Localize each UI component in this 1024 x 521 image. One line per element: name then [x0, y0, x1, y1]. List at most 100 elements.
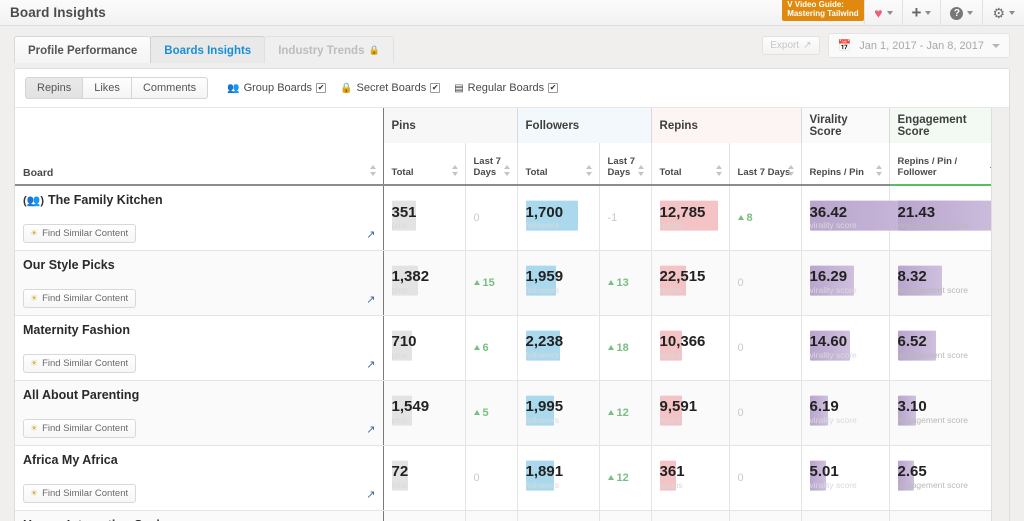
sort-toggle-icon[interactable]	[875, 165, 883, 176]
col-pins-last7[interactable]: Last 7 Days	[465, 143, 518, 186]
filter-label: Regular Boards	[467, 82, 545, 94]
board-name[interactable]: All About Parenting	[23, 381, 375, 402]
group-header-engagement-score: Engagement Score	[889, 108, 1006, 143]
sort-toggle-icon[interactable]	[637, 165, 645, 176]
table-row[interactable]: Africa My Africa ☀ Find Similar Content ↗ 72…	[15, 445, 1006, 511]
col-repins-total[interactable]: Total	[651, 143, 730, 186]
sort-toggle-icon[interactable]	[715, 165, 723, 176]
cell-repins-total	[651, 510, 730, 521]
col-followers-last7[interactable]: Last 7 Days	[599, 143, 652, 186]
tab-profile-performance[interactable]: Profile Performance	[14, 36, 152, 63]
open-external-icon[interactable]: ↗	[366, 228, 375, 241]
cell-followers-total: 1,959 followers	[517, 250, 600, 316]
board-name-label: The Family Kitchen	[48, 193, 163, 207]
metric-value: 9,591	[659, 398, 698, 416]
cell-followers-total: 1,995 followers	[517, 380, 600, 446]
checkbox-secret-boards[interactable]: ✔	[430, 83, 441, 93]
promo-badge-video-guide[interactable]: V Video Guide: Mastering Tailwind	[782, 0, 865, 22]
metric-value: 3.10	[897, 398, 927, 416]
open-external-icon[interactable]: ↗	[366, 488, 375, 501]
table-sub-header-row: Board Total Last 7 Days Total Last 7 Day…	[15, 143, 1006, 186]
metric-label: repins	[659, 285, 683, 296]
metric-label: pins	[391, 415, 408, 426]
cell-repins-total: 361 repins	[651, 445, 730, 511]
table-row[interactable]: All About Parenting ☀ Find Similar Content…	[15, 380, 1006, 446]
filter-group-boards[interactable]: 👥 Group Boards ✔	[227, 82, 327, 94]
board-name[interactable]: (👥) The Family Kitchen	[23, 186, 375, 207]
metric-value: 8.32	[897, 268, 927, 286]
help-menu[interactable]: ?	[940, 0, 982, 26]
sort-toggle-icon[interactable]	[369, 165, 377, 176]
segment-label: Comments	[142, 82, 197, 94]
board-name[interactable]: Maternity Fashion	[23, 316, 375, 337]
open-external-icon[interactable]: ↗	[366, 423, 375, 436]
table-row[interactable]: Maternity Fashion ☀ Find Similar Content ↗ 7…	[15, 315, 1006, 381]
filter-regular-boards[interactable]: ▤ Regular Boards ✔	[454, 82, 559, 94]
col-followers-total[interactable]: Total	[517, 143, 600, 186]
plus-icon: +	[911, 2, 922, 22]
find-similar-content-button[interactable]: ☀ Find Similar Content	[23, 353, 137, 373]
metric-label: followers	[525, 285, 560, 296]
metric-label: virality score	[809, 220, 857, 231]
group-header-board	[15, 108, 384, 143]
lightbulb-icon: ☀	[30, 422, 39, 433]
col-engagement-repins-per-pin-per-follower[interactable]: Repins / Pin / Follower	[889, 143, 1006, 186]
find-similar-content-button[interactable]: ☀ Find Similar Content	[23, 418, 137, 438]
delta-value: 12	[616, 471, 629, 484]
find-similar-content-button[interactable]: ☀ Find Similar Content	[23, 483, 137, 503]
group-header-repins: Repins	[651, 108, 802, 143]
metric-value: 22,515	[659, 268, 706, 286]
cell-repins-last7: 0	[729, 250, 802, 316]
tab-industry-trends[interactable]: Industry Trends 🔒	[264, 36, 394, 63]
metric-label: followers	[525, 220, 560, 231]
board-name[interactable]: Our Style Picks	[23, 251, 375, 272]
find-similar-content-button[interactable]: ☀ Find Similar Content	[23, 223, 137, 243]
segment-likes[interactable]: Likes	[82, 77, 132, 99]
cell-board: All About Parenting ☀ Find Similar Content…	[15, 380, 384, 446]
top-bar: Board Insights V Video Guide: Mastering …	[0, 0, 1024, 26]
sort-toggle-icon[interactable]	[787, 165, 795, 176]
delta-value: 12	[616, 406, 629, 419]
open-external-icon[interactable]: ↗	[366, 293, 375, 306]
col-pins-total[interactable]: Total	[383, 143, 466, 186]
group-header-pins: Pins	[383, 108, 518, 143]
favorites-menu[interactable]: ♥	[864, 0, 901, 26]
find-similar-label: Find Similar Content	[42, 357, 129, 369]
delta-value: 5	[482, 406, 489, 419]
group-header-followers: Followers	[517, 108, 652, 143]
settings-menu[interactable]: ⚙	[982, 0, 1024, 26]
open-external-icon[interactable]: ↗	[366, 358, 375, 371]
board-name[interactable]: Africa My Africa	[23, 446, 375, 467]
tab-boards-insights[interactable]: Boards Insights	[150, 36, 266, 63]
board-name[interactable]: Humor Interesting Sayings	[23, 511, 375, 521]
metric-value: 36.42	[809, 203, 848, 221]
table-body: (👥) The Family Kitchen ☀ Find Similar Conte…	[15, 185, 1009, 521]
export-button[interactable]: Export ↗	[762, 36, 820, 55]
table-row[interactable]: Humor Interesting Sayings	[15, 510, 1006, 521]
sort-toggle-icon[interactable]	[451, 165, 459, 176]
metric-value: 2.65	[897, 463, 927, 481]
col-virality-repins-per-pin[interactable]: Repins / Pin	[801, 143, 890, 186]
cell-pins-total	[383, 510, 466, 521]
gear-icon: ⚙	[992, 5, 1005, 21]
table-row[interactable]: Our Style Picks ☀ Find Similar Content ↗ 1,3…	[15, 250, 1006, 316]
chevron-down-icon	[925, 11, 932, 15]
date-range-picker[interactable]: 📅 Jan 1, 2017 - Jan 8, 2017	[827, 33, 1010, 58]
col-label: Last 7 Days	[737, 167, 791, 179]
segment-comments[interactable]: Comments	[130, 77, 209, 99]
checkbox-regular-boards[interactable]: ✔	[548, 83, 559, 93]
checkbox-group-boards[interactable]: ✔	[316, 83, 327, 93]
sort-toggle-icon[interactable]	[503, 165, 511, 176]
table-row[interactable]: (👥) The Family Kitchen ☀ Find Similar Conte…	[15, 185, 1009, 251]
segment-repins[interactable]: Repins	[25, 77, 84, 99]
lightbulb-icon: ☀	[30, 227, 39, 238]
metric-segmented-control: Repins Likes Comments	[25, 77, 209, 99]
sort-toggle-icon[interactable]	[585, 165, 593, 176]
col-board[interactable]: Board	[15, 143, 384, 186]
cell-engagement-score: 21.43 engagement score	[889, 185, 1009, 251]
find-similar-content-button[interactable]: ☀ Find Similar Content	[23, 288, 137, 308]
add-menu[interactable]: +	[901, 0, 941, 26]
page-gutter	[991, 108, 1009, 521]
filter-secret-boards[interactable]: 🔒 Secret Boards ✔	[340, 82, 441, 94]
col-repins-last7[interactable]: Last 7 Days	[729, 143, 802, 186]
